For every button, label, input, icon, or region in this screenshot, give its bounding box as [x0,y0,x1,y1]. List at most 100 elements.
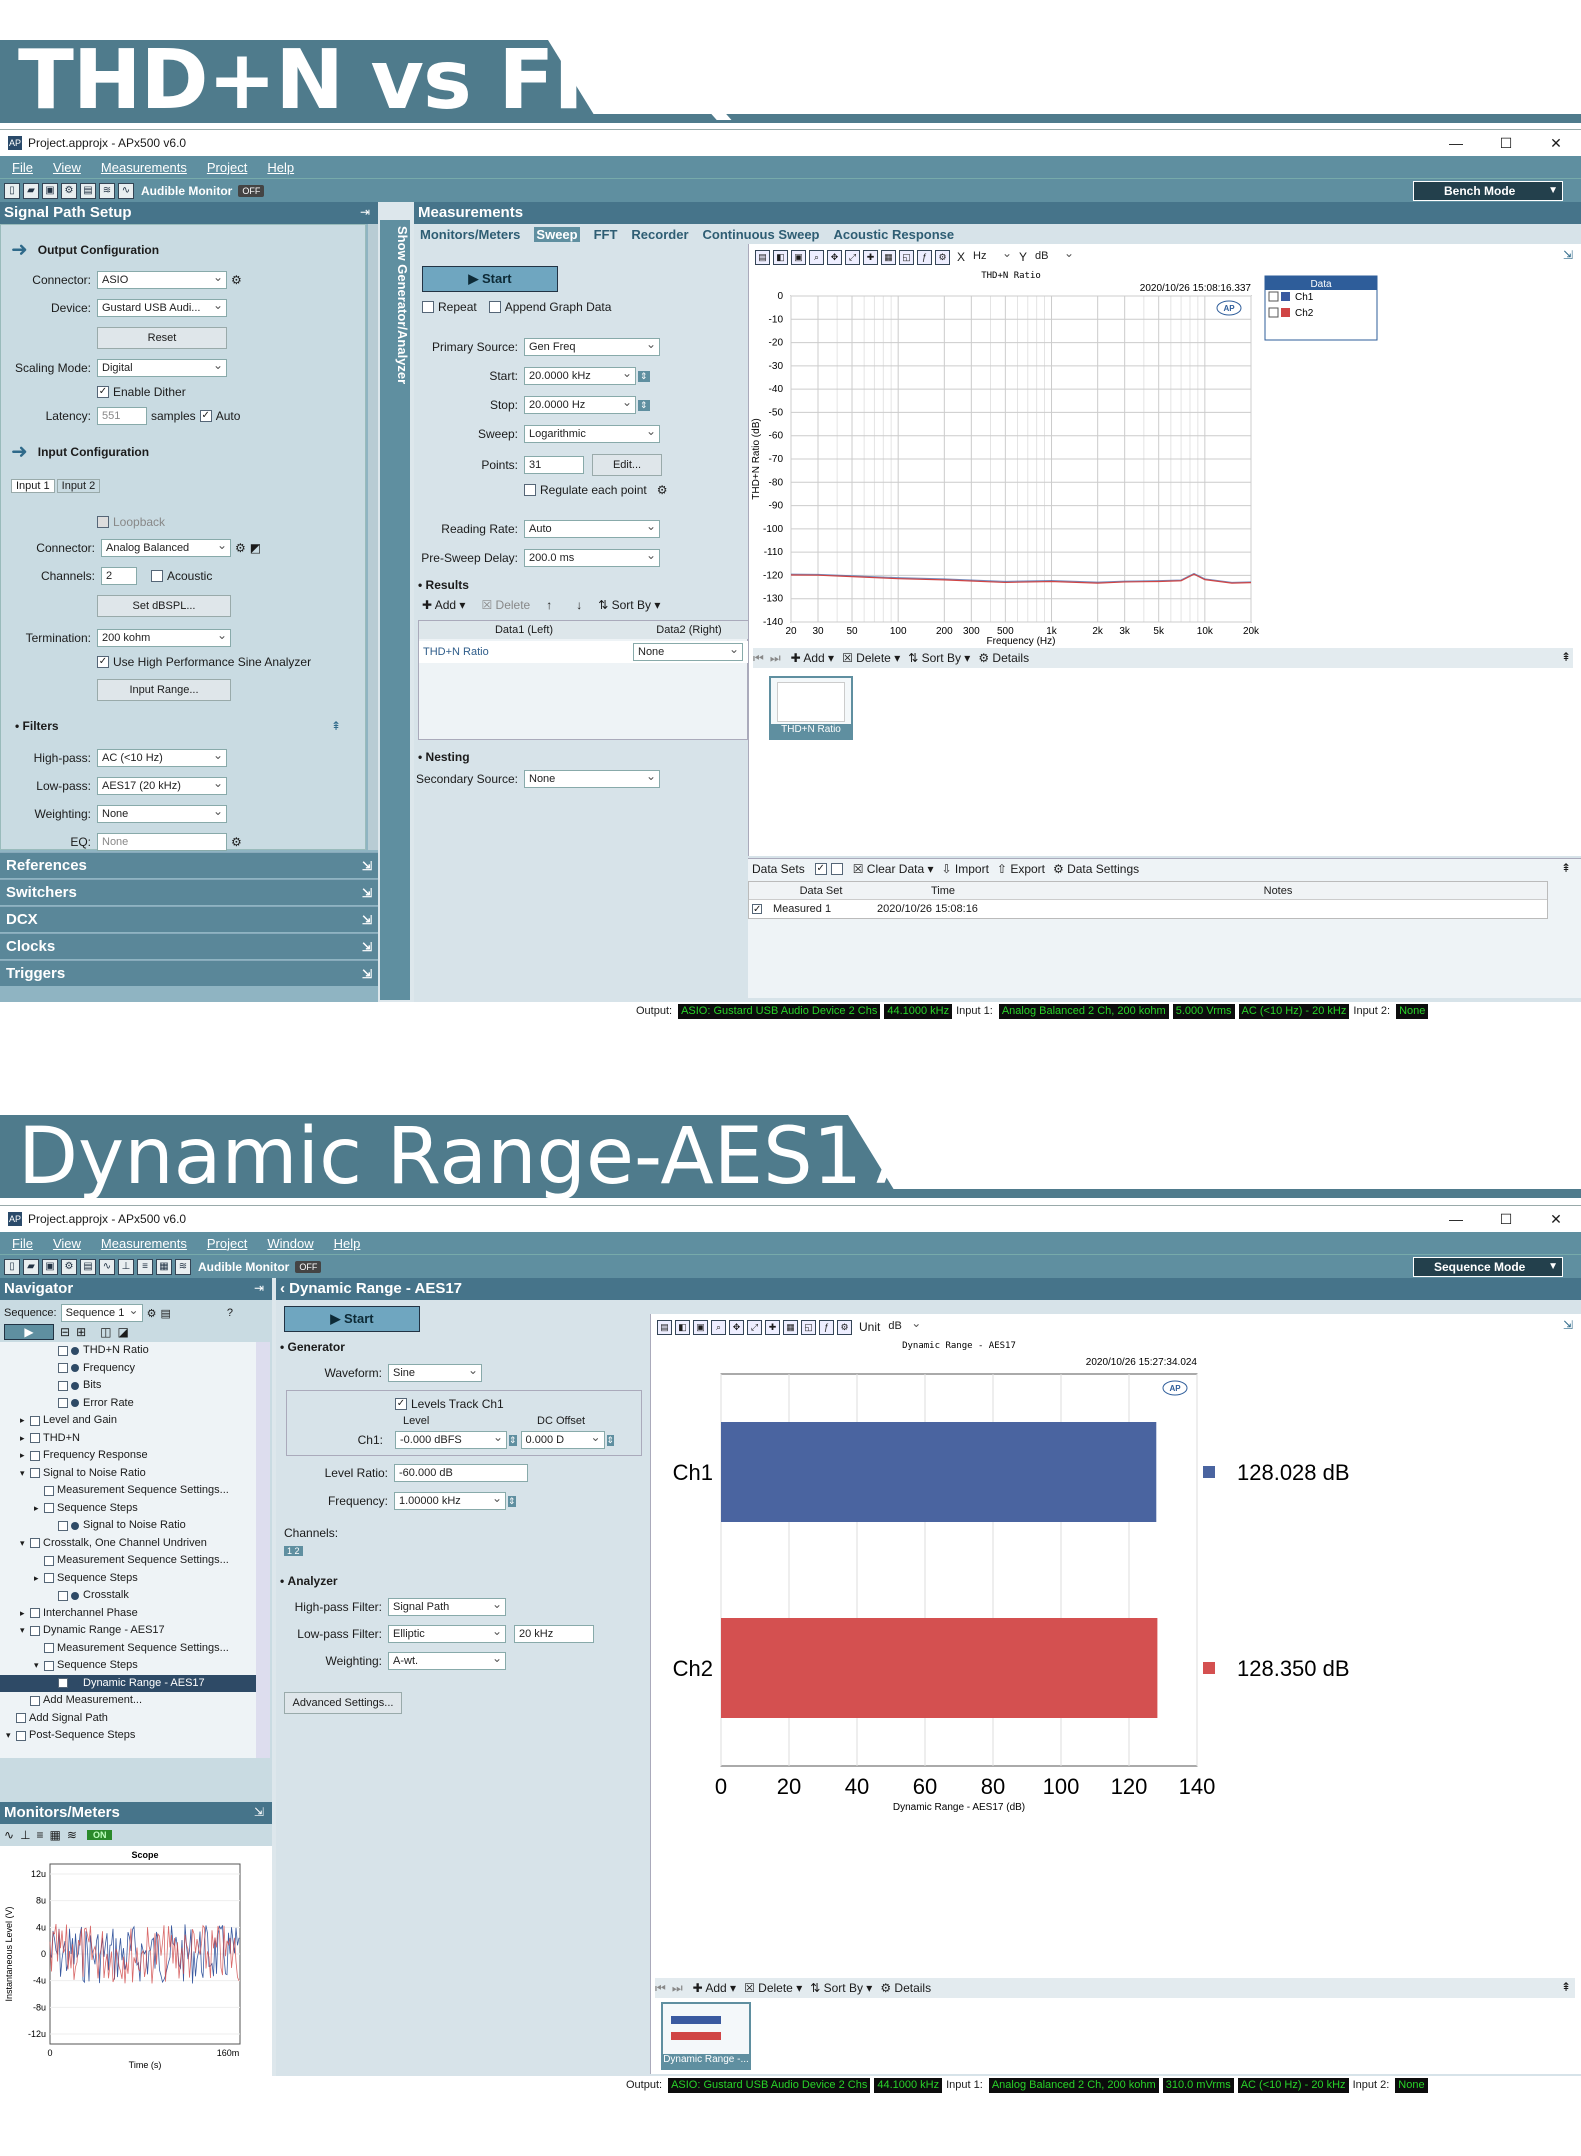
close-icon[interactable]: ✕ [1531,1206,1581,1232]
start-button[interactable]: ▶ Start [422,266,558,292]
highpass-select[interactable]: AC (<10 Hz) [97,747,227,767]
menu-file[interactable]: File [12,160,33,175]
expand-icon[interactable]: ▾ [34,1657,44,1674]
clear-data-button[interactable]: ☒ Clear Data ▾ [853,862,934,876]
copy-icon[interactable]: ▤ [755,249,770,265]
expand-icon[interactable]: ▾ [6,1727,16,1744]
formula-icon[interactable]: ƒ [819,1319,834,1335]
status-input1[interactable]: Analog Balanced 2 Ch, 200 kohm [988,2077,1159,2093]
list-icon[interactable]: ≡ [137,1258,153,1275]
level-ratio-input[interactable]: -60.000 dB [394,1464,528,1482]
navigator-scrollbar[interactable] [256,1342,270,1758]
nav-item-checkbox[interactable] [30,1415,40,1426]
export-button[interactable]: ⇧ Export [997,862,1045,876]
signal-path-scrollbar[interactable] [368,224,378,850]
back-icon[interactable]: ‹ [280,1280,289,1297]
open-icon[interactable]: ▰ [23,1258,39,1275]
nav-item-checkbox[interactable] [30,1538,40,1549]
menu-window[interactable]: Window [267,1236,313,1251]
lp-freq-input[interactable]: 20 kHz [514,1625,594,1643]
graph-details-button[interactable]: ⚙ Details [978,651,1029,665]
expand-icon[interactable]: ▸ [20,1412,30,1429]
show-generator-tab[interactable]: Show Generator/Analyzer [380,220,410,1000]
device-select[interactable]: Gustard USB Audi... [97,297,227,317]
scope-icon[interactable]: ∿ [118,182,134,199]
nav-item-checkbox[interactable] [44,1503,54,1514]
minimize-icon[interactable]: — [1431,1206,1481,1232]
cursor-icon[interactable]: ✚ [863,249,878,265]
nav-tree-item[interactable]: Measurement Sequence Settings... [0,1552,256,1570]
nav-item-checkbox[interactable] [44,1660,54,1671]
nav-item-checkbox[interactable] [16,1713,26,1724]
lowpass-select[interactable]: AES17 (20 kHz) [97,775,227,795]
nav-tree-item[interactable]: Error Rate [0,1395,256,1413]
mon-list-icon[interactable]: ≡ [37,1828,44,1842]
expand-icon[interactable]: ▸ [20,1605,30,1622]
zoom-icon[interactable]: ⌕ [711,1319,726,1335]
eq-settings-icon[interactable]: ⚙ [231,835,242,849]
status-output[interactable]: ASIO: Gustard USB Audio Device 2 Chs [678,1003,881,1019]
nav-tree-item[interactable]: ▸ Frequency Response [0,1447,256,1465]
nav-item-checkbox[interactable] [58,1380,68,1391]
tab-acoustic-response[interactable]: Acoustic Response [834,227,955,242]
nav-item-checkbox[interactable] [44,1555,54,1566]
nav-item-checkbox[interactable] [58,1678,68,1689]
nav-tree-item[interactable]: THD+N Ratio [0,1342,256,1360]
save-icon[interactable]: ▣ [42,1258,58,1275]
reading-rate-select[interactable]: Auto [524,518,660,538]
connector-select[interactable]: ASIO [97,269,227,289]
section-references[interactable]: References ⇲ [0,852,378,878]
pin-icon[interactable]: ⇥ [360,205,370,219]
repeat-checkbox[interactable] [422,301,434,313]
channels-stepper[interactable]: 2 [101,567,137,585]
graph-collapse-icon-2[interactable]: ⇞ [1561,1980,1571,1994]
nav-tool-icon-2[interactable]: ⊞ [76,1325,86,1339]
meter-icon[interactable]: ≋ [175,1258,191,1275]
start-freq-input[interactable]: 20.0000 kHz [524,365,636,385]
maximize-icon[interactable]: ☐ [1481,130,1531,156]
nav-item-checkbox[interactable] [58,1520,68,1531]
dc-spin-icon[interactable]: ⇕ [606,1434,615,1446]
input-range-button[interactable]: Input Range... [97,679,231,701]
section-switchers[interactable]: Switchers ⇲ [0,879,378,905]
nav-item-checkbox[interactable] [44,1485,54,1496]
input-meter-icon[interactable]: ◩ [250,541,261,555]
loopback-checkbox[interactable] [97,516,109,528]
weighting-select[interactable]: None [97,803,227,823]
menu-help[interactable]: Help [334,1236,361,1251]
move-down-icon[interactable]: ↓ [576,598,582,612]
nav-tree-item[interactable]: Frequency [0,1360,256,1378]
start-spin-icon[interactable]: ⇕ [638,370,650,382]
nav-tree-item[interactable]: ▸ Level and Gain [0,1412,256,1430]
cursor-icon[interactable]: ✚ [765,1319,780,1335]
graph-sort-button[interactable]: ⇅ Sort By ▾ [908,651,970,665]
stop-spin-icon[interactable]: ⇕ [638,399,650,411]
ch1-spin-icon[interactable]: ⇕ [509,1434,517,1446]
grid-icon[interactable]: ▦ [156,1258,172,1275]
nav-pin-icon[interactable]: ⇥ [254,1281,264,1295]
nav-tree-item[interactable]: Crosstalk [0,1587,256,1605]
status-rate[interactable]: 44.1000 kHz [874,2077,943,2093]
nav-tree-item[interactable]: ▸ Interchannel Phase [0,1605,256,1623]
enable-dither-checkbox[interactable]: ✓ [97,386,109,398]
graph-thumbnail-2[interactable]: Dynamic Range -... [661,2002,751,2070]
new-icon[interactable]: ▯ [4,1258,20,1275]
nav-tree-item[interactable]: Bits [0,1377,256,1395]
copy-icon[interactable]: ▤ [657,1319,672,1335]
set-dbspl-button[interactable]: Set dBSPL... [97,595,231,617]
display-icon[interactable]: ◱ [899,249,914,265]
next-page-icon[interactable]: ⏭ [770,651,781,666]
status-level[interactable]: 310.0 mVrms [1162,2077,1234,2093]
nav-tree-item[interactable]: ▾ Post-Sequence Steps [0,1727,256,1745]
nav-tree-item[interactable]: Measurement Sequence Settings... [0,1640,256,1658]
edit-button[interactable]: Edit... [592,454,662,476]
waveform-select[interactable]: Sine [388,1362,482,1382]
append-checkbox[interactable] [488,301,501,313]
tab-recorder[interactable]: Recorder [631,227,688,242]
pan-icon[interactable]: ✥ [729,1319,744,1335]
regulate-settings-icon[interactable]: ⚙ [657,483,668,497]
popout-icon[interactable]: ⇲ [1563,248,1573,262]
sequence-report-icon[interactable]: ▤ [160,1307,170,1320]
nav-tree-item[interactable]: ▾ Signal to Noise Ratio [0,1465,256,1483]
nav-item-checkbox[interactable] [58,1590,68,1601]
